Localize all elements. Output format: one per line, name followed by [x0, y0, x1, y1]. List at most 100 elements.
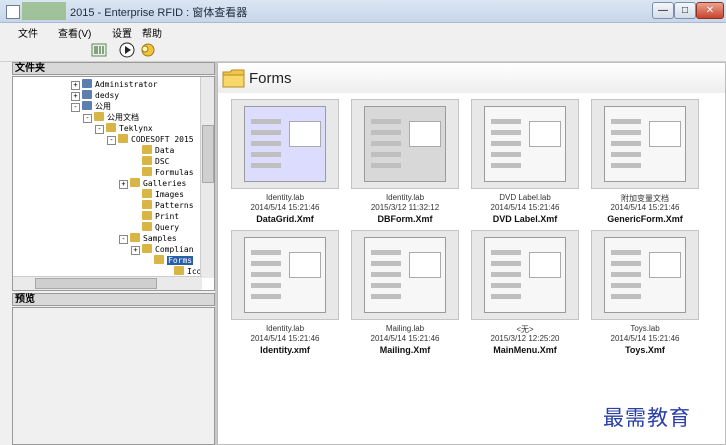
folder-icon [142, 189, 152, 198]
tree-item-label: Galleries [143, 179, 187, 188]
thumbnail-label-image [529, 121, 561, 147]
tree-item[interactable]: Data [131, 145, 174, 156]
tree-item[interactable]: Images [131, 189, 184, 200]
form-thumbnail[interactable] [471, 99, 579, 189]
thumbnail-field [251, 250, 281, 255]
tree-item[interactable]: - 公用 [71, 101, 111, 112]
menu-file[interactable]: 文件 [18, 25, 38, 40]
form-thumbnail[interactable] [231, 99, 339, 189]
file-name: GenericForm.Xmf [607, 214, 683, 224]
expander-icon[interactable]: - [119, 235, 128, 244]
tree-vertical-scrollbar[interactable] [200, 77, 214, 278]
tree-item[interactable]: Forms [143, 255, 194, 266]
tree-item[interactable]: - 公用文档 [83, 112, 139, 123]
thumbnail-field [371, 272, 401, 277]
thumbnail-field [611, 250, 641, 255]
file-tile[interactable]: Identity.lab 2014/5/14 15:21:46 DataGrid.X… [231, 99, 339, 227]
menu-settings[interactable]: 设置 [112, 25, 132, 40]
thumbnail-field [491, 261, 521, 266]
folder-icon [82, 90, 92, 99]
tree-item-label: Complian [155, 245, 194, 254]
tree-item-label: Administrator [95, 80, 158, 89]
file-tile[interactable]: DVD Label.lab 2014/5/14 15:21:46 DVD Label… [471, 99, 579, 227]
tree-item[interactable]: + Administrator [71, 79, 158, 90]
expander-icon[interactable]: - [83, 114, 92, 123]
menu-bar: 文件 查看(V) 设置 帮助 [0, 23, 726, 40]
toolbar [0, 39, 726, 62]
window-title: 2015 - Enterprise RFID : 窗体查看器 [70, 7, 248, 19]
file-date: 2014/5/14 15:21:46 [250, 334, 320, 343]
file-date: 2015/3/12 12:25:20 [490, 334, 560, 343]
thumbnail-field [491, 152, 521, 157]
tree-item[interactable]: + dedsy [71, 90, 119, 101]
expander-icon[interactable]: - [95, 125, 104, 134]
file-tile[interactable]: Mailing.lab 2014/5/14 15:21:46 Mailing.Xmf [351, 230, 459, 358]
tree-item-label: DSC [155, 157, 170, 166]
thumbnail-field [491, 294, 521, 299]
tree-item[interactable]: + Complian [131, 244, 194, 255]
folder-icon [222, 67, 246, 89]
thumbnail-field [491, 119, 521, 124]
menu-view[interactable]: 查看(V) [58, 25, 91, 40]
expander-icon[interactable]: + [71, 92, 80, 101]
close-button[interactable]: ✕ [696, 2, 724, 19]
file-date: 2014/5/14 15:21:46 [610, 203, 680, 212]
barcode-icon[interactable] [90, 41, 108, 59]
thumbnail-field [371, 283, 401, 288]
tree-item-label: Formulas [155, 168, 194, 177]
file-tile[interactable]: Identity.lab 2015/3/12 11:32:12 DBForm.Xmf [351, 99, 459, 227]
file-date: 2014/5/14 15:21:46 [250, 203, 320, 212]
tree-item-label: Images [155, 190, 184, 199]
tree-item-label: dedsy [95, 91, 120, 100]
thumbnail-label-image [529, 252, 561, 278]
scroll-thumb[interactable] [202, 125, 214, 183]
tree-item-label: Data [155, 146, 175, 155]
form-thumbnail[interactable] [351, 230, 459, 320]
thumbnail-label-image [409, 121, 441, 147]
tree-item[interactable]: DSC [131, 156, 169, 167]
file-tile[interactable]: 附加变量文档 2014/5/14 15:21:46 GenericForm.Xmf [591, 99, 699, 227]
thumbnail-field [371, 250, 401, 255]
expander-icon[interactable]: + [71, 81, 80, 90]
file-tile[interactable]: Toys.lab 2014/5/14 15:21:46 Toys.Xmf [591, 230, 699, 358]
tree-item[interactable]: - Samples [119, 233, 177, 244]
form-thumbnail[interactable] [351, 99, 459, 189]
form-thumbnail[interactable] [591, 230, 699, 320]
file-name: DataGrid.Xmf [256, 214, 314, 224]
folder-icon [118, 134, 128, 143]
left-pane: 文件夹 + Administrator + dedsy - 公用 - 公用文档 - Teklynx… [12, 62, 215, 445]
thumbnail-field [251, 294, 281, 299]
maximize-button[interactable]: □ [674, 2, 696, 19]
tree-item[interactable]: Patterns [131, 200, 194, 211]
blurred-region [22, 2, 66, 20]
tree-item[interactable]: + Galleries [119, 178, 186, 189]
tree-item[interactable]: Print [131, 211, 179, 222]
tree-horizontal-scrollbar[interactable] [13, 276, 202, 290]
menu-help[interactable]: 帮助 [142, 25, 162, 40]
expander-icon[interactable]: - [107, 136, 116, 145]
form-thumbnail[interactable] [471, 230, 579, 320]
tree-item[interactable]: - CODESOFT 2015 [107, 134, 194, 145]
hscroll-thumb[interactable] [35, 278, 157, 289]
expander-icon[interactable]: + [119, 180, 128, 189]
folder-icon [82, 79, 92, 88]
expander-icon[interactable]: + [131, 246, 140, 255]
minimize-button[interactable]: — [652, 2, 674, 19]
form-thumbnail[interactable] [231, 230, 339, 320]
tree-item[interactable]: Formulas [131, 167, 194, 178]
tree-item[interactable]: Query [131, 222, 179, 233]
thumbnail-label-image [289, 121, 321, 147]
thumbnail-field [611, 119, 641, 124]
file-name: MainMenu.Xmf [493, 345, 557, 355]
expander-icon[interactable]: - [71, 103, 80, 112]
thumbnail-preview-image [604, 106, 686, 182]
file-tile[interactable]: Identity.lab 2014/5/14 15:21:46 Identity.x… [231, 230, 339, 358]
thumbnail-field [251, 141, 281, 146]
search-icon[interactable] [138, 41, 156, 59]
forms-browser: Forms Identity.lab 2014/5/14 15:21:46 Data… [217, 62, 726, 445]
file-tile[interactable]: <无> 2015/3/12 12:25:20 MainMenu.Xmf [471, 230, 579, 358]
form-thumbnail[interactable] [591, 99, 699, 189]
run-icon[interactable] [118, 41, 136, 59]
thumbnail-field [611, 152, 641, 157]
tree-item[interactable]: - Teklynx [95, 123, 153, 134]
